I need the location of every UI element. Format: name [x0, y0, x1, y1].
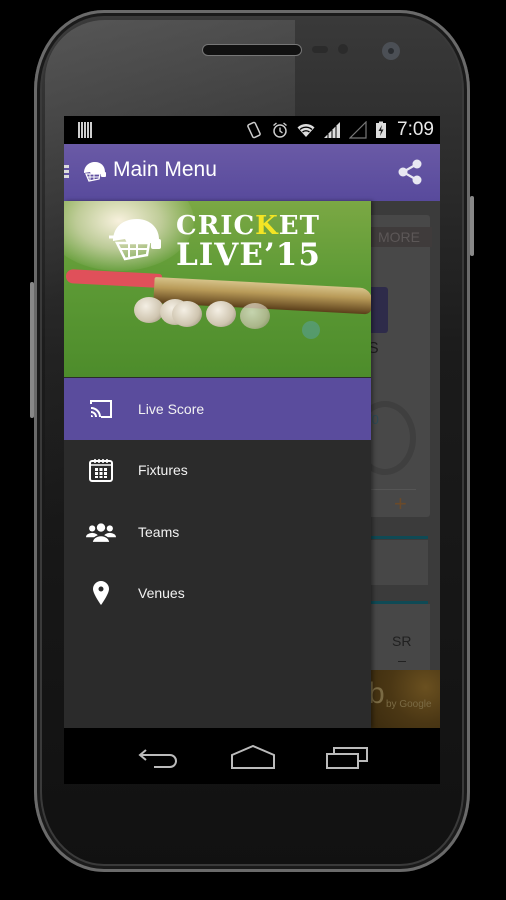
calendar-icon: [86, 455, 116, 485]
cricket-helmet-icon[interactable]: [81, 159, 107, 185]
alarm-icon: [273, 122, 287, 138]
menu-item-label: Teams: [138, 523, 180, 540]
menu-item-venues[interactable]: Venues: [64, 563, 371, 625]
wifi-icon: [297, 123, 315, 137]
group-icon: [86, 517, 116, 547]
recents-icon: [326, 747, 368, 769]
app-bar: Main Menu: [64, 144, 440, 201]
app-bar-title: Main Menu: [113, 158, 217, 181]
status-time: 7:09: [397, 119, 434, 140]
earpiece-speaker: [202, 44, 302, 56]
menu-item-teams[interactable]: Teams: [64, 501, 371, 563]
team-logo: [368, 287, 388, 333]
info-card: [368, 540, 428, 585]
cricket-ball: [240, 303, 270, 329]
back-icon: [138, 749, 177, 768]
more-button: MORE: [368, 227, 432, 247]
share-icon[interactable]: [396, 158, 424, 186]
signal-empty-icon: [349, 121, 367, 139]
expand-plus-icon: +: [394, 491, 407, 516]
menu-item-fixtures[interactable]: Fixtures: [64, 440, 371, 502]
section-accent: [368, 536, 428, 539]
ad-by-google: by Google: [386, 699, 432, 710]
power-button[interactable]: [470, 196, 474, 256]
battery-charging-icon: [376, 121, 387, 138]
cast-icon: [86, 394, 116, 424]
divider: [368, 489, 416, 490]
recents-button[interactable]: [324, 744, 370, 770]
signal-full-icon: [324, 122, 341, 138]
drawer-banner: CRICKET LIVE’15: [64, 201, 371, 377]
drawer-menu: Live Score Fixtures Teams Venues: [64, 378, 371, 624]
status-bar: 7:09: [64, 116, 440, 144]
menu-item-label: Live Score: [138, 400, 205, 417]
sr-value: [398, 661, 406, 662]
cricket-ball: [172, 301, 202, 327]
menu-item-label: Fixtures: [138, 462, 188, 479]
banner-title-line2: LIVE’15: [176, 237, 321, 273]
front-camera: [382, 42, 400, 60]
navigation-drawer: CRICKET LIVE’15 Live Score Fixtures Team…: [64, 201, 371, 728]
home-button[interactable]: [230, 744, 276, 770]
column-header-sr: SR: [392, 633, 412, 649]
system-navigation-bar: [64, 728, 440, 784]
menu-item-live-score[interactable]: Live Score: [64, 378, 371, 440]
proximity-sensor: [312, 46, 328, 53]
home-icon: [231, 745, 275, 769]
drawer-indicator-icon[interactable]: [64, 165, 69, 179]
bat-handle: [65, 269, 163, 289]
location-pin-icon: [86, 578, 116, 608]
volume-button[interactable]: [30, 282, 34, 418]
back-button[interactable]: [136, 744, 182, 770]
cricket-helmet-icon: [109, 219, 161, 261]
menu-item-label: Venues: [138, 585, 185, 602]
notification-icon: [78, 122, 92, 138]
light-sensor: [338, 44, 348, 54]
cricket-ball: [206, 301, 236, 327]
screen: 7:09 Main Menu MORE S /0 + SR b by Googl…: [64, 116, 440, 728]
rotation-icon: [247, 121, 261, 139]
